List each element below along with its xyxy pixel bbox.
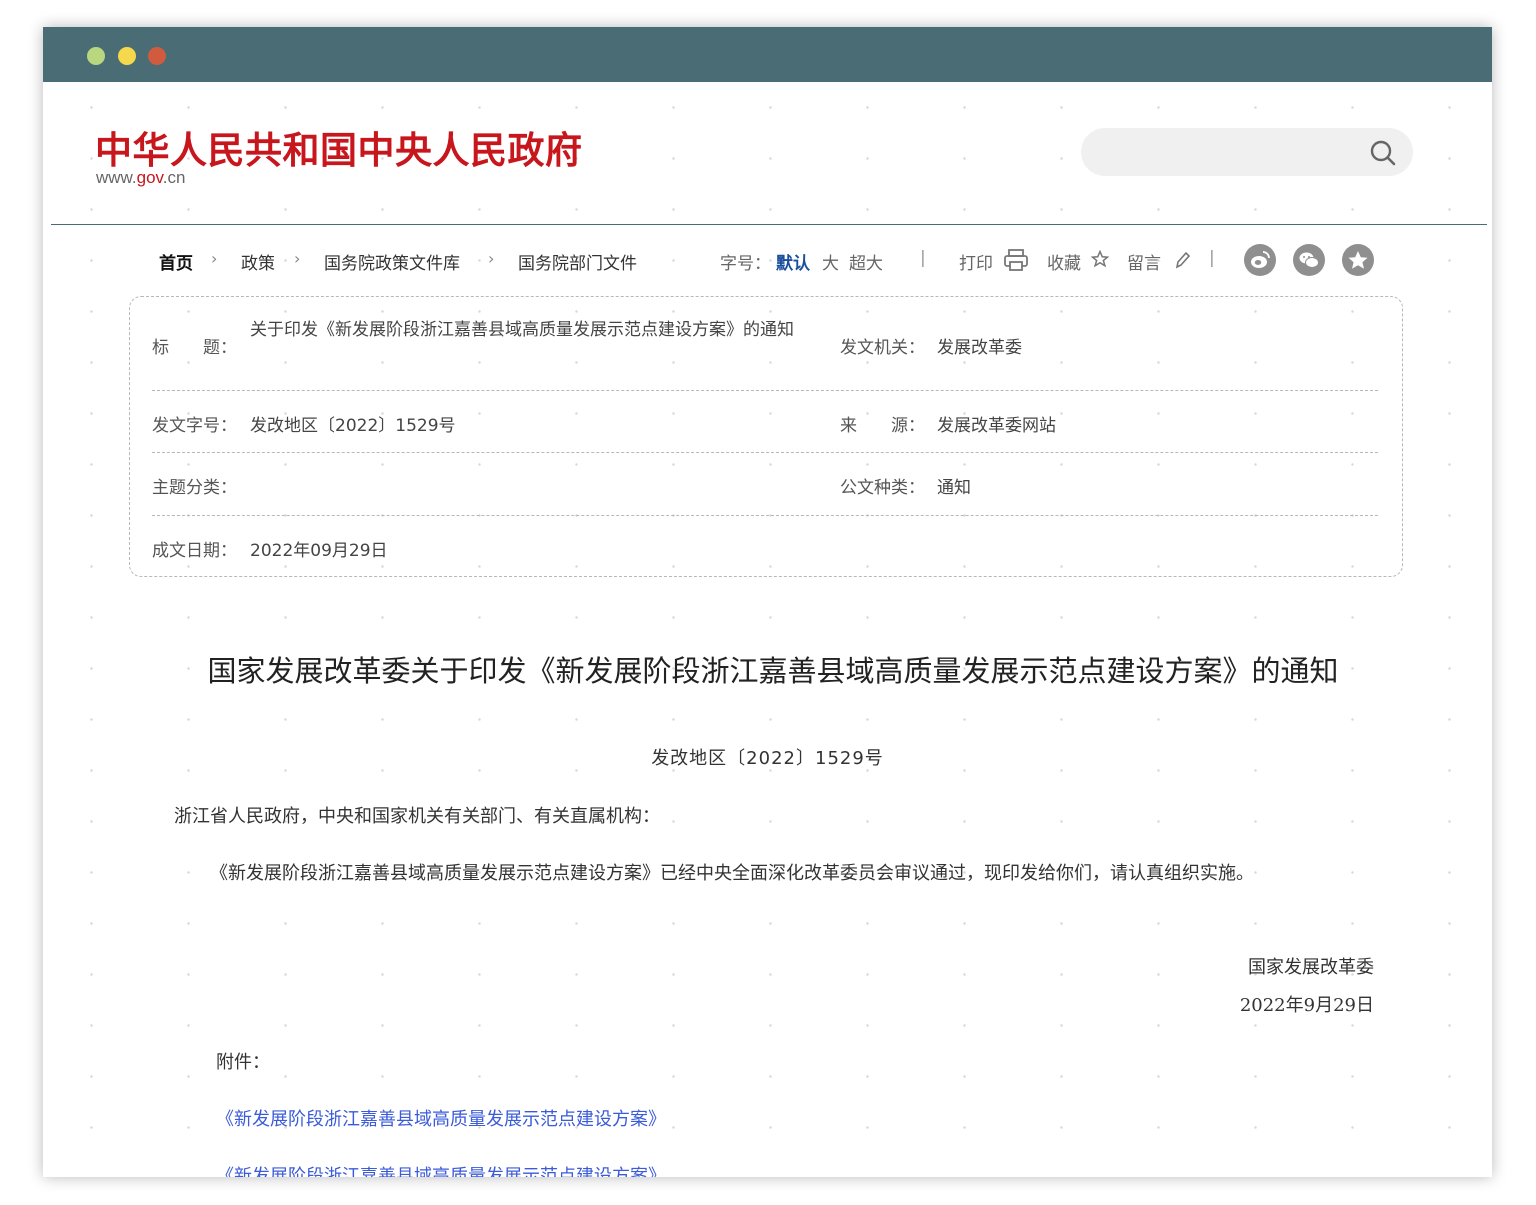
- breadcrumb-home[interactable]: 首页: [159, 249, 193, 274]
- attachment-link[interactable]: 《新发展阶段浙江嘉善县域高质量发展示范点建设方案》: [216, 1105, 666, 1131]
- toolbar-divider: |: [920, 248, 926, 268]
- info-row-number: 发文字号： 发改地区〔2022〕1529号 来 源： 发展改革委网站: [152, 390, 1378, 453]
- source-value: 发展改革委网站: [937, 416, 1056, 436]
- page-content: 中华人民共和国中央人民政府 www.gov.cn 首页 › 政策 › 国务院政策…: [43, 82, 1492, 1177]
- breadcrumb-policy-library[interactable]: 国务院政策文件库: [324, 249, 460, 274]
- browser-window: 中华人民共和国中央人民政府 www.gov.cn 首页 › 政策 › 国务院政策…: [43, 27, 1492, 1177]
- maximize-button[interactable]: [87, 47, 105, 65]
- breadcrumb-policy[interactable]: 政策: [241, 249, 275, 274]
- issuer-value: 发展改革委: [937, 338, 1022, 358]
- breadcrumb-dept-docs[interactable]: 国务院部门文件: [518, 249, 637, 274]
- toolbar-nav: 首页 › 政策 › 国务院政策文件库 › 国务院部门文件 字号： 默认 大 超大…: [43, 242, 1492, 282]
- site-url-suffix: .cn: [162, 168, 186, 187]
- site-logo[interactable]: 中华人民共和国中央人民政府: [95, 120, 583, 174]
- favorite-label[interactable]: 收藏: [1047, 249, 1081, 274]
- comment-label[interactable]: 留言: [1127, 249, 1161, 274]
- search-box: [1081, 128, 1413, 176]
- breadcrumb-separator-icon: ›: [211, 249, 218, 268]
- info-row-title: 标 题： 关于印发《新发展阶段浙江嘉善县域高质量发展示范点建设方案》的通知 发文…: [152, 297, 1378, 391]
- document-body: 《新发展阶段浙江嘉善县域高质量发展示范点建设方案》已经中央全面深化改革委员会审议…: [210, 863, 1254, 884]
- print-label[interactable]: 打印: [959, 249, 993, 274]
- close-button[interactable]: [148, 47, 166, 65]
- date-value: 2022年09月29日: [250, 541, 388, 561]
- doc-type-label: 公文种类：: [840, 478, 925, 498]
- title-label: 标 题：: [152, 338, 237, 358]
- font-size-label: 字号：: [720, 254, 771, 274]
- print-icon[interactable]: [1003, 248, 1029, 277]
- doc-number-value: 发改地区〔2022〕1529号: [250, 416, 456, 436]
- font-size-xlarge[interactable]: 超大: [849, 249, 883, 274]
- wechat-icon[interactable]: [1293, 244, 1325, 276]
- font-size-default[interactable]: 默认: [776, 249, 810, 274]
- header-divider: [51, 224, 1487, 225]
- attachment-label: 附件：: [216, 1052, 270, 1073]
- title-value: 关于印发《新发展阶段浙江嘉善县域高质量发展示范点建设方案》的通知: [250, 320, 794, 340]
- window-titlebar: [43, 27, 1492, 82]
- info-row-topic: 主题分类： 公文种类： 通知: [152, 452, 1378, 516]
- doc-number-label: 发文字号：: [152, 416, 237, 436]
- pencil-icon[interactable]: [1174, 251, 1191, 274]
- attachment-link[interactable]: 《新发展阶段浙江嘉善县域高质量发展示范点建设方案》: [216, 1162, 666, 1177]
- breadcrumb-separator-icon: ›: [488, 249, 495, 268]
- qzone-icon[interactable]: [1342, 244, 1374, 276]
- star-icon[interactable]: [1090, 249, 1110, 273]
- document-info-box: 标 题： 关于印发《新发展阶段浙江嘉善县域高质量发展示范点建设方案》的通知 发文…: [129, 296, 1403, 577]
- toolbar-divider: |: [1209, 248, 1215, 268]
- date-label: 成文日期：: [152, 541, 237, 561]
- weibo-icon[interactable]: [1244, 244, 1276, 276]
- document-title: 国家发展改革委关于印发《新发展阶段浙江嘉善县域高质量发展示范点建设方案》的通知: [207, 654, 1339, 688]
- font-size-large[interactable]: 大: [822, 249, 839, 274]
- site-url-prefix: www.: [96, 168, 137, 187]
- document-signature: 国家发展改革委: [1248, 957, 1374, 978]
- site-url: www.gov.cn: [96, 168, 185, 188]
- minimize-button[interactable]: [118, 47, 136, 65]
- doc-type-value: 通知: [937, 478, 971, 498]
- document-greeting: 浙江省人民政府，中央和国家机关有关部门、有关直属机构：: [174, 806, 660, 827]
- document-number: 发改地区〔2022〕1529号: [651, 748, 884, 769]
- site-url-gov: gov: [136, 168, 163, 187]
- document-sign-date: 2022年9月29日: [1239, 995, 1374, 1016]
- issuer-label: 发文机关：: [840, 338, 925, 358]
- topic-label: 主题分类：: [152, 478, 237, 498]
- breadcrumb-separator-icon: ›: [294, 249, 301, 268]
- source-label: 来 源：: [840, 416, 925, 436]
- info-row-date: 成文日期： 2022年09月29日: [152, 515, 1378, 575]
- search-input[interactable]: [1099, 136, 1363, 168]
- search-icon[interactable]: [1369, 139, 1397, 167]
